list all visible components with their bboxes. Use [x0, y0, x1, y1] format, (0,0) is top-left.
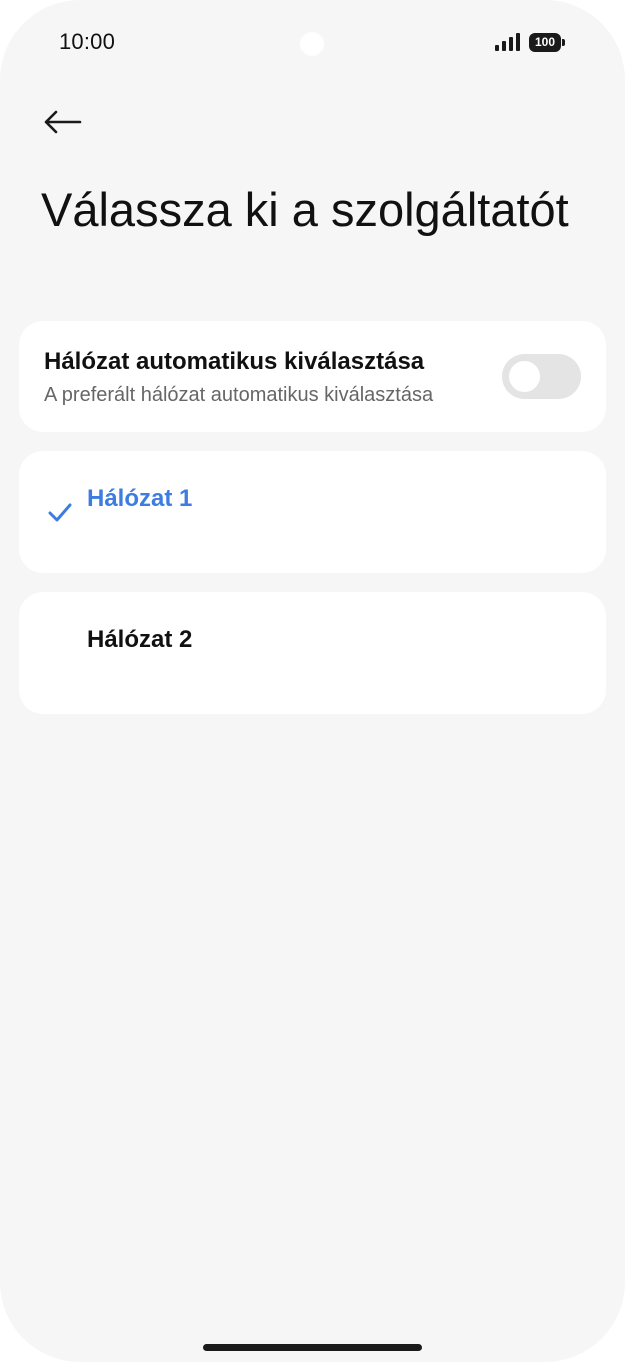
network-option-2[interactable]: Hálózat 2 [19, 592, 606, 714]
network-label: Hálózat 2 [87, 626, 193, 653]
signal-icon [495, 33, 520, 51]
check-icon [48, 503, 72, 522]
auto-network-subtitle: A preferált hálózat automatikus kiválasz… [44, 384, 434, 406]
back-arrow-icon [44, 110, 82, 134]
battery-level: 100 [529, 33, 561, 52]
back-button[interactable] [36, 100, 88, 144]
battery-icon: 100 [529, 33, 565, 52]
battery-tip [562, 39, 565, 46]
phone-screen: 10:00 100 Válassza ki a szolgáltatót Hál… [0, 0, 625, 1362]
page-title: Válassza ki a szolgáltatót [41, 183, 569, 236]
home-indicator[interactable] [203, 1344, 422, 1351]
network-label: Hálózat 1 [87, 485, 193, 512]
toggle-knob [509, 361, 540, 392]
network-option-1[interactable]: Hálózat 1 [19, 451, 606, 573]
front-camera [300, 32, 324, 56]
auto-network-toggle[interactable] [502, 354, 581, 399]
status-time: 10:00 [59, 29, 116, 54]
auto-network-card: Hálózat automatikus kiválasztása A prefe… [19, 321, 606, 432]
auto-network-title: Hálózat automatikus kiválasztása [44, 348, 425, 375]
